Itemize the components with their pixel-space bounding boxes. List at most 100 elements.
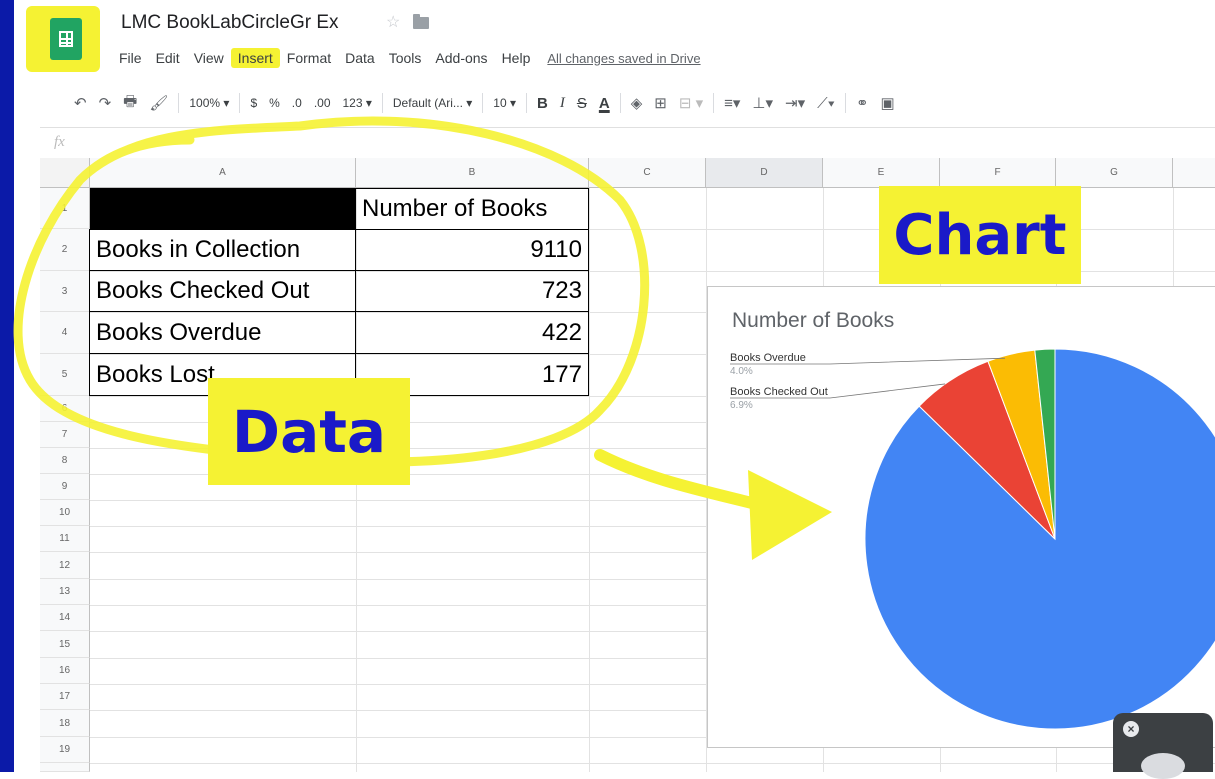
floating-widget[interactable]: × [1113,713,1213,779]
slice-label: Books Overdue [730,352,806,364]
borders-icon[interactable]: ⊞ [648,94,673,112]
save-status-link[interactable]: All changes saved in Drive [547,51,700,66]
bold-button[interactable]: B [531,95,554,112]
row-header[interactable] [40,763,90,772]
row-header[interactable]: 14 [40,605,90,631]
row-header[interactable]: 11 [40,526,90,552]
cell-value[interactable]: 9110 [355,229,589,271]
decrease-decimal-button[interactable]: .0 [286,96,308,110]
column-header-a[interactable]: A [90,158,356,188]
menu-edit[interactable]: Edit [149,48,187,68]
row-header[interactable]: 1 [40,188,90,229]
italic-button[interactable]: I [554,95,571,112]
column-header-b[interactable]: B [356,158,589,188]
font-select[interactable]: Default (Ari... ▾ [387,96,478,110]
menu-data[interactable]: Data [338,48,382,68]
undo-icon[interactable]: ↶ [68,94,93,112]
cell-label[interactable]: Books in Collection [89,229,356,271]
folder-icon[interactable] [413,14,429,29]
column-header-e[interactable]: E [823,158,940,188]
row-header[interactable]: 15 [40,631,90,658]
chart-annotation-label: Chart [879,186,1081,284]
menu-view[interactable]: View [187,48,231,68]
menu-file[interactable]: File [112,48,149,68]
divider [482,93,484,113]
document-title[interactable]: LMC BookLabCircleGr Ex [121,12,339,34]
strikethrough-button[interactable]: S [571,95,593,112]
cell-label[interactable]: Books Checked Out [89,270,356,312]
column-header-c[interactable]: C [589,158,706,188]
column-header-d[interactable]: D [706,158,823,188]
grid-line [90,763,1215,764]
row-header[interactable]: 7 [40,422,90,448]
formula-bar[interactable] [40,127,1215,159]
row-header[interactable]: 16 [40,658,90,684]
divider [381,93,383,113]
cell-b1[interactable]: Number of Books [355,188,589,230]
cell-value[interactable]: 723 [355,270,589,312]
pie-chart[interactable]: Number of Books Books Checked Out 6.9% Boo… [707,286,1215,748]
paint-format-icon[interactable]: 🖌 [143,94,174,112]
divider [619,93,621,113]
toolbar: ↶ ↷ 🖶 🖌 100% ▾ $ % .0 .00 123 ▾ Default … [68,88,901,118]
row-header[interactable]: 9 [40,474,90,500]
percent-button[interactable]: % [263,96,286,110]
divider [239,93,241,113]
row-header[interactable]: 4 [40,312,90,354]
menu-format[interactable]: Format [280,48,338,68]
slice-percent-label: 6.9% [730,400,753,411]
comment-icon[interactable]: ▣ [875,94,901,112]
divider [178,93,180,113]
row-header[interactable]: 5 [40,354,90,396]
print-icon[interactable]: 🖶 [117,91,143,116]
text-wrap-icon[interactable]: ⇥▾ [779,94,811,112]
select-all-corner[interactable] [40,158,90,188]
text-color-button[interactable]: A [593,95,616,112]
row-header[interactable]: 19 [40,737,90,763]
divider [713,93,715,113]
cell-label[interactable]: Books Overdue [89,311,356,354]
sheets-logo-icon[interactable] [50,18,82,60]
align-vertical-icon[interactable]: ⊥▾ [746,94,779,112]
row-header[interactable]: 18 [40,710,90,737]
row-header[interactable]: 3 [40,271,90,312]
fill-color-icon[interactable]: ◈ [625,94,649,112]
column-header-f[interactable]: F [940,158,1056,188]
increase-decimal-button[interactable]: .00 [308,96,337,110]
row-header[interactable]: 13 [40,579,90,605]
row-header[interactable]: 6 [40,396,90,422]
align-horizontal-icon[interactable]: ≡▾ [718,94,746,112]
menu-help[interactable]: Help [495,48,538,68]
column-header-g[interactable]: G [1056,158,1173,188]
menu-insert[interactable]: Insert [230,48,280,68]
device-icon [1141,753,1185,779]
column-header-h[interactable] [1173,158,1215,188]
slice-label: Books Checked Out [730,386,828,398]
more-formats-button[interactable]: 123 ▾ [337,96,378,110]
menu-addons[interactable]: Add-ons [428,48,494,68]
font-size-select[interactable]: 10 ▾ [487,96,522,110]
link-icon[interactable]: ⚭ [850,94,875,112]
zoom-select[interactable]: 100% ▾ [183,96,235,110]
divider [844,93,846,113]
row-header[interactable]: 10 [40,500,90,526]
cell-value[interactable]: 422 [355,311,589,354]
row-header[interactable]: 17 [40,684,90,710]
text-rotate-icon[interactable]: ⟋▾ [811,95,841,112]
close-icon[interactable]: × [1123,721,1139,737]
row-header[interactable]: 8 [40,448,90,474]
pie-chart-plot: Books Checked Out 6.9% Books Overdue 4.0% [730,348,1215,730]
star-icon[interactable]: ☆ [386,12,400,32]
menu-bar: File Edit View Insert Format Data Tools … [112,48,701,68]
redo-icon[interactable]: ↷ [93,94,118,112]
currency-button[interactable]: $ [244,96,263,110]
divider [526,93,527,113]
slice-percent-label: 4.0% [730,366,753,377]
merge-cells-icon[interactable]: ⊟ ▾ [673,94,709,112]
cell-a1[interactable] [90,188,356,229]
fx-icon: fx [54,134,65,150]
row-header[interactable]: 12 [40,552,90,579]
menu-tools[interactable]: Tools [382,48,429,68]
row-header[interactable]: 2 [40,229,90,271]
data-annotation-label: Data [208,378,410,485]
